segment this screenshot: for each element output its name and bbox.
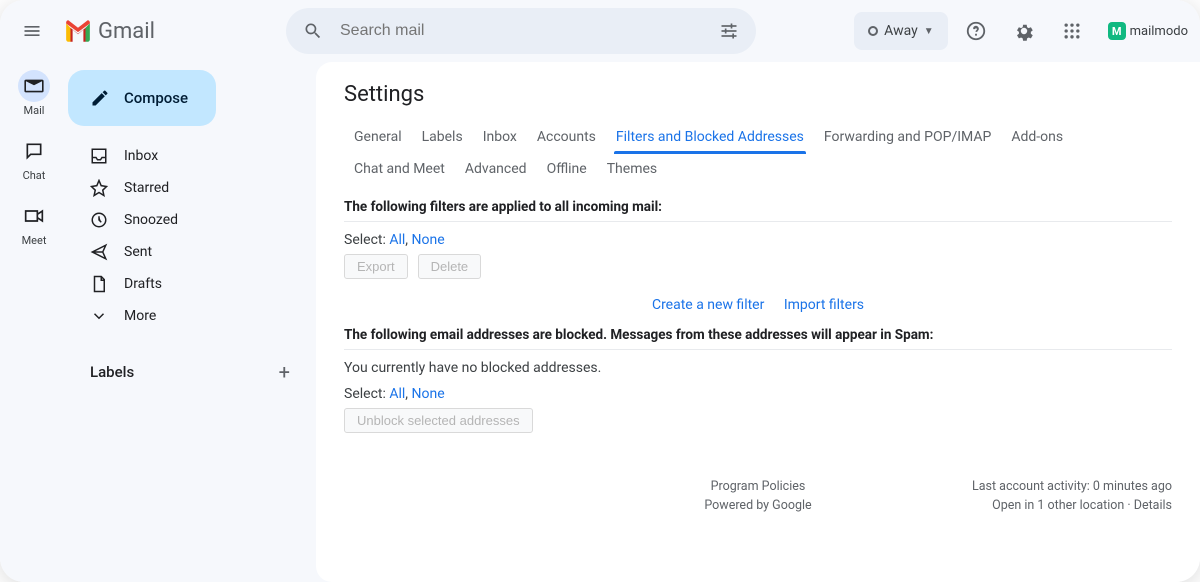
select-prefix: Select: — [344, 232, 389, 248]
app-logo[interactable]: Gmail — [60, 19, 278, 44]
sidebar: Compose Inbox Starred Snoozed Sent Draft… — [68, 62, 316, 582]
chevron-down-icon: ▼ — [924, 26, 934, 37]
delete-button: Delete — [418, 254, 482, 279]
open-locations-link[interactable]: Open in 1 other location · Details — [812, 498, 1172, 513]
app-rail: Mail Chat Meet — [0, 62, 68, 582]
sidebar-item-label: Drafts — [124, 276, 162, 292]
page-title: Settings — [344, 82, 1172, 107]
search-icon[interactable] — [294, 12, 332, 50]
help-icon — [965, 20, 987, 42]
program-policies-link[interactable]: Program Policies — [704, 479, 811, 494]
star-icon — [90, 179, 108, 197]
select-none-link[interactable]: None — [412, 386, 445, 402]
main-menu-button[interactable] — [12, 11, 52, 51]
labels-title: Labels — [90, 363, 134, 381]
mailmodo-logo-icon: M — [1108, 22, 1126, 40]
page-footer: Program Policies Powered by Google Last … — [344, 479, 1172, 513]
status-dot-icon — [868, 26, 878, 36]
rail-item-mail[interactable]: Mail — [18, 70, 50, 117]
chevron-down-icon — [90, 307, 108, 325]
sidebar-item-snoozed[interactable]: Snoozed — [68, 204, 304, 236]
chat-icon — [24, 141, 44, 161]
hamburger-icon — [22, 21, 42, 41]
add-label-button[interactable]: + — [279, 360, 290, 384]
pencil-icon — [90, 88, 110, 108]
tab-forwarding[interactable]: Forwarding and POP/IMAP — [814, 121, 1001, 153]
settings-tabs: General Labels Inbox Accounts Filters an… — [344, 121, 1172, 185]
sidebar-item-label: Sent — [124, 244, 152, 260]
sidebar-item-starred[interactable]: Starred — [68, 172, 304, 204]
apps-grid-icon — [1062, 21, 1082, 41]
import-filters-link[interactable]: Import filters — [784, 297, 864, 313]
sidebar-item-label: Snoozed — [124, 212, 178, 228]
app-header: Gmail Away ▼ M mailmodo — [0, 0, 1200, 62]
app-window: Gmail Away ▼ M mailmodo — [0, 0, 1200, 582]
tab-themes[interactable]: Themes — [597, 153, 667, 185]
sidebar-item-label: More — [124, 308, 156, 324]
account-brand-badge[interactable]: M mailmodo — [1100, 22, 1188, 40]
sidebar-item-label: Inbox — [124, 148, 158, 164]
support-button[interactable] — [956, 11, 996, 51]
status-label: Away — [884, 23, 918, 39]
tab-advanced[interactable]: Advanced — [455, 153, 537, 185]
tab-filters[interactable]: Filters and Blocked Addresses — [606, 121, 814, 153]
tab-offline[interactable]: Offline — [537, 153, 597, 185]
last-activity-text: Last account activity: 0 minutes ago — [812, 479, 1172, 494]
gmail-logo-icon — [64, 20, 92, 42]
status-selector[interactable]: Away ▼ — [854, 12, 947, 50]
filters-heading: The following filters are applied to all… — [344, 199, 1172, 222]
tab-labels[interactable]: Labels — [412, 121, 473, 153]
inbox-icon — [90, 147, 108, 165]
gear-icon — [1013, 20, 1035, 42]
tab-addons[interactable]: Add-ons — [1001, 121, 1073, 153]
search-bar[interactable] — [286, 8, 756, 54]
create-filter-link[interactable]: Create a new filter — [652, 297, 764, 313]
search-options-button[interactable] — [710, 12, 748, 50]
sidebar-item-sent[interactable]: Sent — [68, 236, 304, 268]
blocked-select-row: Select: All, None — [344, 386, 1172, 402]
compose-button[interactable]: Compose — [68, 70, 216, 126]
brand-name: mailmodo — [1130, 24, 1188, 39]
export-button: Export — [344, 254, 408, 279]
powered-by-text: Powered by Google — [704, 498, 811, 513]
tab-inbox[interactable]: Inbox — [473, 121, 527, 153]
video-icon — [24, 208, 44, 224]
app-name: Gmail — [98, 19, 155, 44]
app-body: Mail Chat Meet Compose Inbox Starr — [0, 62, 1200, 582]
tab-chatmeet[interactable]: Chat and Meet — [344, 153, 455, 185]
tab-accounts[interactable]: Accounts — [527, 121, 606, 153]
compose-label: Compose — [124, 89, 188, 107]
unblock-button: Unblock selected addresses — [344, 408, 533, 433]
settings-button[interactable] — [1004, 11, 1044, 51]
rail-item-meet[interactable]: Meet — [18, 200, 50, 247]
apps-button[interactable] — [1052, 11, 1092, 51]
select-all-link[interactable]: All — [389, 232, 405, 248]
blocked-heading: The following email addresses are blocke… — [344, 327, 1172, 350]
rail-label: Chat — [23, 169, 46, 182]
sidebar-item-drafts[interactable]: Drafts — [68, 268, 304, 300]
filter-actions-row: Create a new filter Import filters — [344, 297, 1172, 313]
file-icon — [90, 275, 108, 293]
sidebar-item-inbox[interactable]: Inbox — [68, 140, 304, 172]
rail-label: Meet — [22, 234, 47, 247]
rail-label: Mail — [24, 104, 45, 117]
select-all-link[interactable]: All — [389, 386, 405, 402]
send-icon — [90, 243, 108, 261]
tune-icon — [719, 21, 739, 41]
sidebar-item-label: Starred — [124, 180, 169, 196]
select-prefix: Select: — [344, 386, 389, 402]
main-content: Settings General Labels Inbox Accounts F… — [316, 62, 1200, 582]
tab-general[interactable]: General — [344, 121, 412, 153]
rail-item-chat[interactable]: Chat — [18, 135, 50, 182]
sidebar-item-more[interactable]: More — [68, 300, 304, 332]
select-none-link[interactable]: None — [412, 232, 445, 248]
no-blocked-text: You currently have no blocked addresses. — [344, 360, 1172, 376]
labels-section-header: Labels + — [68, 354, 304, 390]
filters-select-row: Select: All, None — [344, 232, 1172, 248]
clock-icon — [90, 211, 108, 229]
search-input[interactable] — [332, 22, 710, 40]
mail-icon — [24, 78, 44, 94]
